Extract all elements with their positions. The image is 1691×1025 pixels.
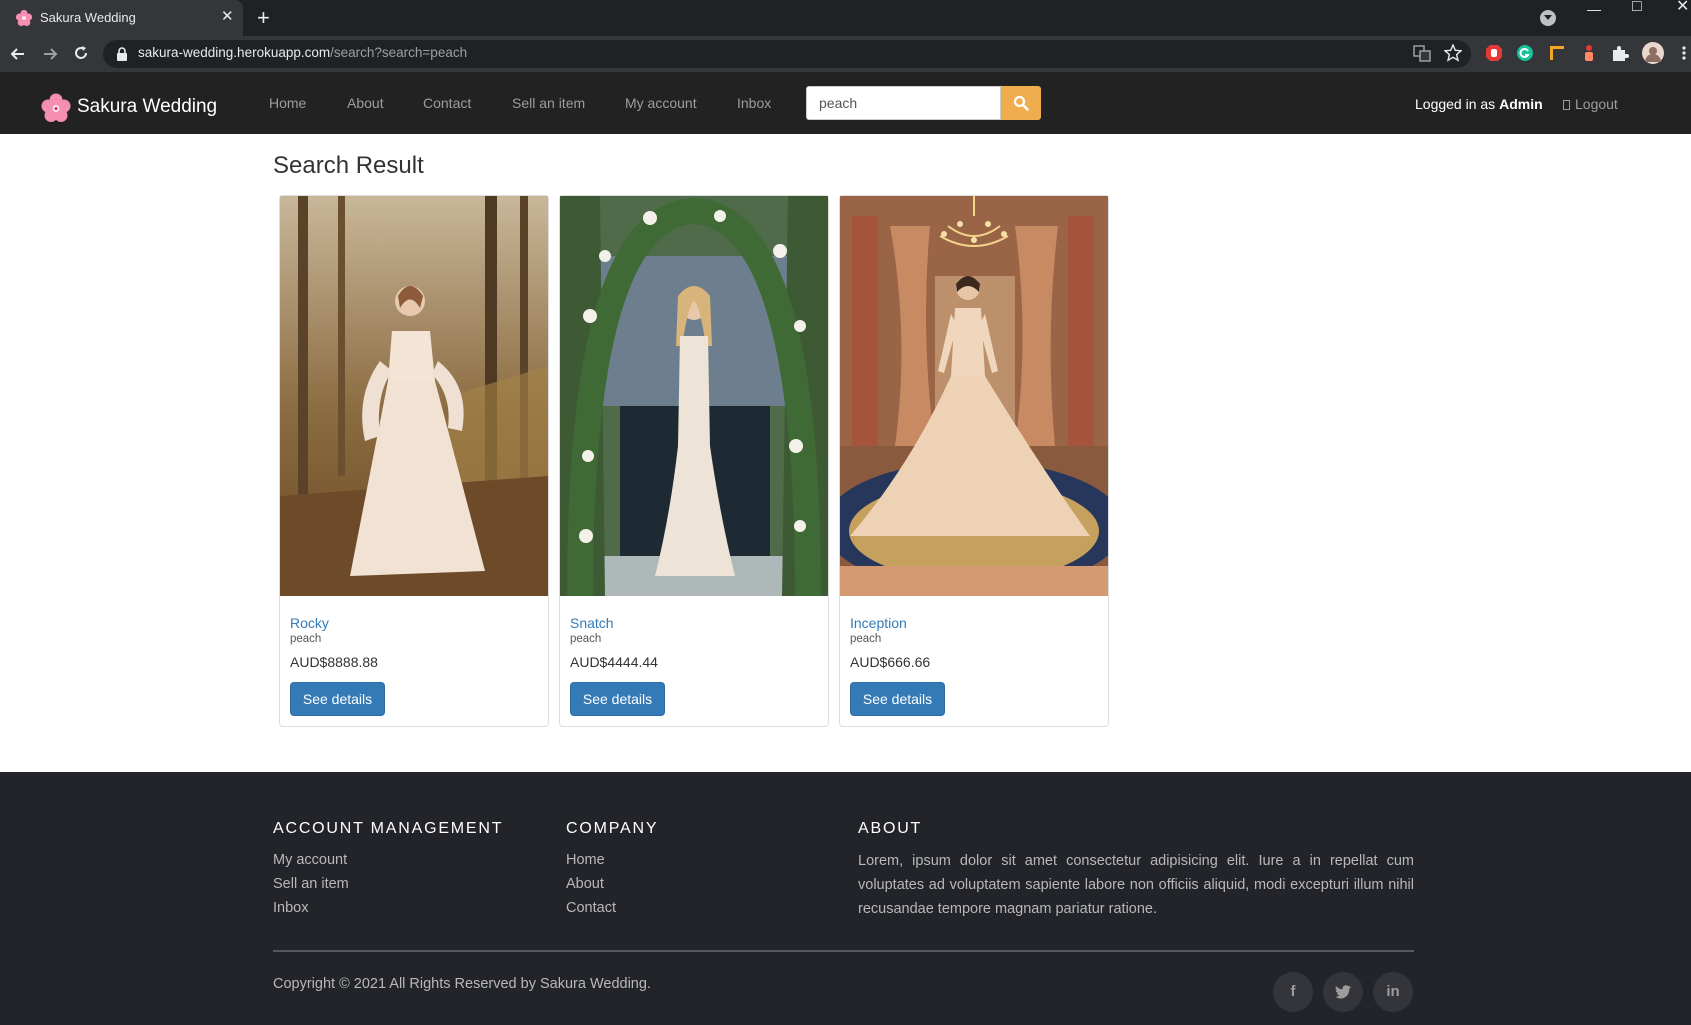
brand-name[interactable]: Sakura Wedding — [77, 96, 217, 118]
site-footer — [0, 772, 1691, 1025]
nav-link-sell-item[interactable]: Sell an item — [512, 95, 585, 111]
product-name[interactable]: Rocky — [290, 615, 329, 631]
linkedin-icon[interactable]: in — [1373, 972, 1413, 1012]
bookmark-star-icon[interactable] — [1444, 44, 1462, 62]
search-button[interactable] — [1001, 86, 1041, 120]
new-tab-icon[interactable]: + — [257, 6, 270, 30]
footer-link-about[interactable]: About — [566, 876, 604, 892]
see-details-button[interactable]: See details — [570, 682, 665, 716]
nav-link-my-account[interactable]: My account — [625, 95, 697, 111]
ruler-extension-icon[interactable] — [1548, 44, 1566, 62]
minimize-icon[interactable]: — — [1587, 2, 1601, 22]
footer-link-inbox[interactable]: Inbox — [273, 900, 308, 916]
profile-avatar-icon[interactable] — [1642, 42, 1664, 64]
logged-in-prefix: Logged in as — [1415, 96, 1496, 112]
forward-arrow-icon[interactable] — [40, 44, 60, 64]
back-arrow-icon[interactable] — [8, 44, 28, 64]
product-price: AUD$4444.44 — [570, 654, 658, 670]
grammarly-extension-icon[interactable] — [1516, 44, 1534, 62]
product-price: AUD$8888.88 — [290, 654, 378, 670]
reload-icon[interactable] — [71, 43, 91, 63]
close-tab-icon[interactable]: ✕ — [221, 9, 234, 25]
browser-tab-strip — [0, 0, 1691, 36]
footer-heading-account: ACCOUNT MANAGEMENT — [273, 820, 504, 837]
logout-label: Logout — [1575, 96, 1618, 112]
product-name[interactable]: Snatch — [570, 615, 614, 631]
product-card: Rocky peach AUD$8888.88 See details — [279, 195, 549, 727]
twitter-bird-icon — [1335, 985, 1351, 999]
url-path: /search?search=peach — [330, 45, 468, 60]
product-image[interactable] — [280, 196, 548, 596]
logout-link[interactable]: Logout — [1563, 96, 1618, 112]
logout-icon — [1563, 100, 1570, 110]
extensions-puzzle-icon[interactable] — [1611, 44, 1629, 62]
sakura-logo-icon[interactable] — [40, 92, 72, 124]
logged-in-username: Admin — [1499, 96, 1543, 112]
nav-link-home[interactable]: Home — [269, 95, 306, 111]
copyright-text: Copyright © 2021 All Rights Reserved by … — [273, 976, 651, 992]
browser-tab[interactable]: Sakura Wedding ✕ — [0, 0, 243, 36]
translate-icon[interactable] — [1413, 44, 1431, 62]
search-input[interactable] — [806, 86, 1001, 120]
search-icon — [1013, 95, 1029, 111]
tab-search-icon[interactable] — [1540, 10, 1556, 26]
chrome-menu-icon[interactable] — [1680, 44, 1688, 62]
close-window-icon[interactable]: ✕ — [1676, 0, 1689, 20]
url-host: sakura-wedding.herokuapp.com — [138, 45, 331, 60]
product-image[interactable] — [560, 196, 828, 596]
footer-link-home[interactable]: Home — [566, 852, 605, 868]
lock-icon — [117, 47, 127, 61]
product-card: Snatch peach AUD$4444.44 See details — [559, 195, 829, 727]
footer-link-my-account[interactable]: My account — [273, 852, 347, 868]
product-image[interactable] — [840, 196, 1108, 596]
product-name[interactable]: Inception — [850, 615, 907, 631]
product-price: AUD$666.66 — [850, 654, 931, 670]
nav-link-inbox[interactable]: Inbox — [737, 95, 771, 111]
nav-link-contact[interactable]: Contact — [423, 95, 471, 111]
footer-heading-company: COMPANY — [566, 820, 659, 837]
footer-about-text: Lorem, ipsum dolor sit amet consectetur … — [858, 853, 1414, 917]
footer-link-sell-item[interactable]: Sell an item — [273, 876, 349, 892]
product-color: peach — [850, 633, 882, 645]
sakura-flower-icon — [15, 9, 33, 27]
product-color: peach — [290, 633, 322, 645]
logged-in-status: Logged in as Admin — [1415, 96, 1543, 112]
extension-figure-icon[interactable] — [1580, 44, 1598, 62]
address-url[interactable]: sakura-wedding.herokuapp.com/search?sear… — [138, 45, 467, 60]
maximize-icon[interactable]: □ — [1632, 0, 1642, 20]
twitter-icon[interactable] — [1323, 972, 1363, 1012]
nav-link-about[interactable]: About — [347, 95, 384, 111]
page-title: Search Result — [273, 152, 424, 179]
browser-tab-title: Sakura Wedding — [40, 10, 136, 25]
see-details-button[interactable]: See details — [290, 682, 385, 716]
adblock-extension-icon[interactable] — [1485, 44, 1503, 62]
product-card: Inception peach AUD$666.66 See details — [839, 195, 1109, 727]
footer-heading-about: ABOUT — [858, 820, 923, 837]
footer-divider — [273, 950, 1414, 952]
see-details-button[interactable]: See details — [850, 682, 945, 716]
footer-link-contact[interactable]: Contact — [566, 900, 616, 916]
product-color: peach — [570, 633, 602, 645]
facebook-icon[interactable]: f — [1273, 972, 1313, 1012]
